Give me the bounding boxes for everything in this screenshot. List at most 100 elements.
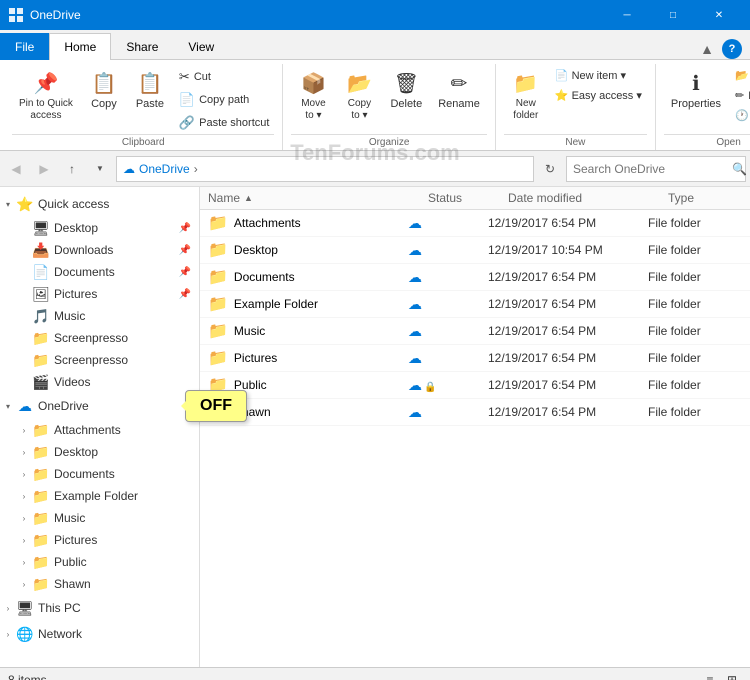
open-icon: 📂 [735,69,749,82]
cloud-icon: ☁ [408,215,422,231]
sidebar-item-downloads[interactable]: 📥 Downloads 📌 [16,239,199,261]
open-small-buttons: 📂 Open ▾ ✏ Edit 🕐 History [730,66,750,125]
table-row[interactable]: 📁 Desktop ☁ 12/19/2017 10:54 PM File fol… [200,237,750,264]
cut-icon: ✂ [179,69,190,85]
properties-button[interactable]: ℹ Properties [664,66,728,115]
desktop-expand [16,220,32,236]
new-item-button[interactable]: 📄 New item ▾ [550,66,647,85]
rename-button[interactable]: ✏ Rename [431,66,487,115]
details-view-button[interactable]: ≡ [700,670,720,680]
search-box[interactable]: 🔍 [566,156,746,182]
sidebar-item-music[interactable]: 🎵 Music [16,305,199,327]
copy-to-label: Copyto ▾ [348,98,371,122]
table-row[interactable]: 📁 Shawn ☁ 12/19/2017 6:54 PM File folder [200,399,750,426]
col-header-status[interactable]: Status [428,191,508,205]
date-cell: 12/19/2017 10:54 PM [488,243,648,257]
copy-icon-large: 📋 [91,71,116,96]
screenpresso2-label: Screenpresso [54,353,128,367]
downloads-folder-icon: 📥 [32,241,50,259]
tab-share[interactable]: Share [111,33,173,60]
folder-icon: 📁 [208,213,228,233]
sidebar-section-quick-access[interactable]: ▾ ⭐ Quick access [0,191,199,217]
od-pictures-label: Pictures [54,533,97,547]
minimize-button[interactable]: ─ [604,0,650,30]
col-header-type[interactable]: Type [668,191,750,205]
tab-home[interactable]: Home [49,33,111,60]
sidebar-item-od-music[interactable]: › 📁 Music [16,507,199,529]
sidebar-item-pictures[interactable]: 🖼 Pictures 📌 [16,283,199,305]
forward-button[interactable]: ▶ [32,157,56,181]
sidebar-item-attachments[interactable]: › 📁 Attachments [16,419,199,441]
sidebar-item-desktop[interactable]: 🖥 Desktop 📌 [16,217,199,239]
sidebar-item-od-pictures[interactable]: › 📁 Pictures [16,529,199,551]
date-cell: 12/19/2017 6:54 PM [488,297,648,311]
copy-to-button[interactable]: 📂 Copyto ▾ [337,66,381,127]
tab-view[interactable]: View [173,33,229,60]
new-label: New [504,134,647,148]
sidebar-item-od-desktop[interactable]: › 📁 Desktop [16,441,199,463]
edit-button[interactable]: ✏ Edit [730,86,750,105]
sidebar-item-videos[interactable]: 🎬 Videos [16,371,199,393]
od-music-label: Music [54,511,85,525]
sidebar-section-network[interactable]: › 🌐 Network [0,621,199,647]
sidebar-item-screenpresso2[interactable]: 📁 Screenpresso [16,349,199,371]
search-input[interactable] [573,162,728,176]
sidebar-item-od-documents[interactable]: › 📁 Documents [16,463,199,485]
maximize-button[interactable]: □ [650,0,696,30]
cut-button[interactable]: ✂ Cut [174,66,275,88]
clipboard-buttons: 📌 Pin to Quickaccess 📋 Copy 📋 Paste ✂ [12,66,274,134]
od-shawn-label: Shawn [54,577,91,591]
col-header-date[interactable]: Date modified [508,191,668,205]
easy-access-label: ⭐ Easy access ▾ [555,89,642,102]
recent-locations-button[interactable]: ▼ [88,157,112,181]
downloads-pin: 📌 [179,245,191,256]
sidebar: ▾ ⭐ Quick access 🖥 Desktop 📌 📥 Downloads… [0,187,200,667]
table-row[interactable]: 📁 Attachments ☁ 12/19/2017 6:54 PM File … [200,210,750,237]
table-row[interactable]: 📁 Documents ☁ 12/19/2017 6:54 PM File fo… [200,264,750,291]
new-folder-button[interactable]: 📁 Newfolder [504,66,548,127]
sidebar-item-od-shawn[interactable]: › 📁 Shawn [16,573,199,595]
move-to-button[interactable]: 📦 Moveto ▾ [291,66,335,127]
move-icon: 📦 [301,71,326,96]
table-row[interactable]: 📁 Example Folder ☁ 12/19/2017 6:54 PM Fi… [200,291,750,318]
copy-path-button[interactable]: 📄 Copy path [174,89,275,111]
sidebar-item-od-example[interactable]: › 📁 Example Folder [16,485,199,507]
easy-access-button[interactable]: ⭐ Easy access ▾ [550,86,647,105]
new-folder-label: Newfolder [513,98,538,122]
history-button[interactable]: 🕐 History [730,106,750,125]
od-shawn-expand: › [16,576,32,592]
copy-button-large[interactable]: 📋 Copy [82,66,126,115]
tab-file[interactable]: File [0,33,49,60]
back-button[interactable]: ◀ [4,157,28,181]
documents-expand [16,264,32,280]
sidebar-section-onedrive[interactable]: ▾ ☁ OneDrive [0,393,199,419]
paste-button[interactable]: 📋 Paste [128,66,172,115]
ribbon: 📌 Pin to Quickaccess 📋 Copy 📋 Paste ✂ [0,60,750,151]
pin-quick-access-button[interactable]: 📌 Pin to Quickaccess [12,66,80,127]
paste-shortcut-button[interactable]: 🔗 Paste shortcut [174,112,275,134]
path-crumb-onedrive[interactable]: OneDrive [139,162,190,176]
table-row[interactable]: 📁 Public ☁🔒 12/19/2017 6:54 PM File fold… [200,372,750,399]
sidebar-item-od-public[interactable]: › 📁 Public [16,551,199,573]
refresh-button[interactable]: ↻ [538,157,562,181]
ribbon-collapse-icon[interactable]: ▲ [700,41,714,57]
pictures-label: Pictures [54,287,97,301]
window-title: OneDrive [30,8,604,22]
col-header-name[interactable]: Name ▲ [208,191,428,205]
close-button[interactable]: ✕ [696,0,742,30]
table-row[interactable]: 📁 Pictures ☁ 12/19/2017 6:54 PM File fol… [200,345,750,372]
sidebar-section-thispc[interactable]: › 🖥 This PC [0,595,199,621]
address-path[interactable]: ☁ OneDrive › [116,156,534,182]
sidebar-item-documents[interactable]: 📄 Documents 📌 [16,261,199,283]
open-button[interactable]: 📂 Open ▾ [730,66,750,85]
sidebar-item-screenpresso1[interactable]: 📁 Screenpresso [16,327,199,349]
large-icons-view-button[interactable]: ⊞ [722,670,742,680]
screenpresso1-icon: 📁 [32,329,50,347]
help-button[interactable]: ? [722,39,742,59]
file-name-cell: 📁 Documents [208,267,408,287]
table-row[interactable]: 📁 Music ☁ 12/19/2017 6:54 PM File folder [200,318,750,345]
file-name-text: Documents [234,270,295,284]
lock-icon: 🔒 [424,382,436,393]
up-button[interactable]: ↑ [60,157,84,181]
delete-button[interactable]: 🗑 Delete [383,66,429,115]
